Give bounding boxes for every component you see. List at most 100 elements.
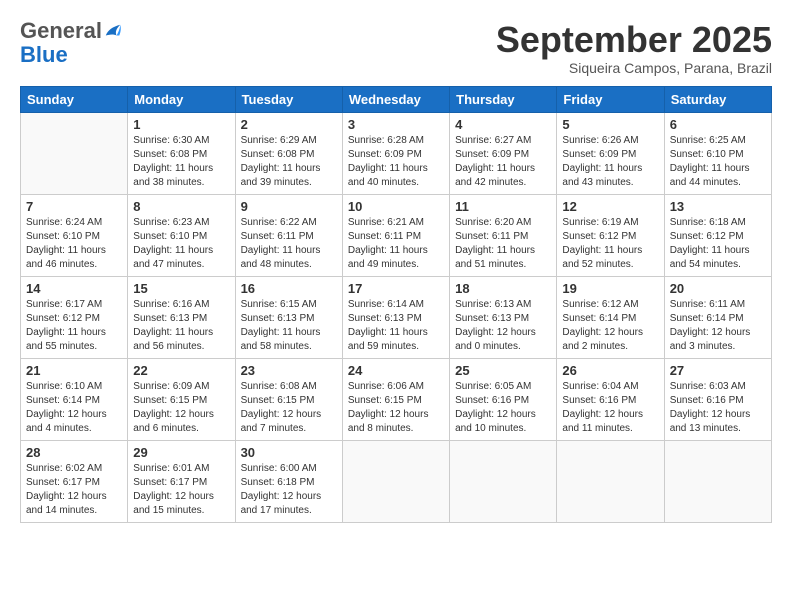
calendar-cell: 6 Sunrise: 6:25 AM Sunset: 6:10 PM Daylig…: [664, 112, 771, 194]
day-number: 11: [455, 199, 551, 214]
day-number: 6: [670, 117, 766, 132]
day-number: 24: [348, 363, 444, 378]
calendar-table: SundayMondayTuesdayWednesdayThursdayFrid…: [20, 86, 772, 523]
day-info: Sunrise: 6:21 AM Sunset: 6:11 PM Dayligh…: [348, 216, 444, 272]
calendar-cell: 25 Sunrise: 6:05 AM Sunset: 6:16 PM Dayli…: [450, 358, 557, 440]
day-info: Sunrise: 6:09 AM Sunset: 6:15 PM Dayligh…: [133, 380, 229, 436]
day-number: 21: [26, 363, 122, 378]
day-number: 16: [241, 281, 337, 296]
day-number: 25: [455, 363, 551, 378]
calendar-week-1: 1 Sunrise: 6:30 AM Sunset: 6:08 PM Daylig…: [21, 112, 772, 194]
calendar-cell: 1 Sunrise: 6:30 AM Sunset: 6:08 PM Daylig…: [128, 112, 235, 194]
day-info: Sunrise: 6:06 AM Sunset: 6:15 PM Dayligh…: [348, 380, 444, 436]
calendar-week-2: 7Sunrise: 6:24 AM Sunset: 6:10 PM Daylig…: [21, 194, 772, 276]
calendar-cell: 10 Sunrise: 6:21 AM Sunset: 6:11 PM Dayli…: [342, 194, 449, 276]
day-number: 4: [455, 117, 551, 132]
day-info: Sunrise: 6:15 AM Sunset: 6:13 PM Dayligh…: [241, 298, 337, 354]
logo-blue-text: Blue: [20, 42, 68, 67]
day-info: Sunrise: 6:22 AM Sunset: 6:11 PM Dayligh…: [241, 216, 337, 272]
calendar-cell: 22 Sunrise: 6:09 AM Sunset: 6:15 PM Dayli…: [128, 358, 235, 440]
day-info: Sunrise: 6:08 AM Sunset: 6:15 PM Dayligh…: [241, 380, 337, 436]
day-number: 23: [241, 363, 337, 378]
day-info: Sunrise: 6:18 AM Sunset: 6:12 PM Dayligh…: [670, 216, 766, 272]
day-header-thursday: Thursday: [450, 86, 557, 112]
day-info: Sunrise: 6:30 AM Sunset: 6:08 PM Dayligh…: [133, 134, 229, 190]
logo: General Blue: [20, 20, 122, 68]
calendar-cell: 8 Sunrise: 6:23 AM Sunset: 6:10 PM Daylig…: [128, 194, 235, 276]
location-subtitle: Siqueira Campos, Parana, Brazil: [496, 60, 772, 76]
day-number: 28: [26, 445, 122, 460]
day-number: 18: [455, 281, 551, 296]
day-number: 13: [670, 199, 766, 214]
day-info: Sunrise: 6:10 AM Sunset: 6:14 PM Dayligh…: [26, 380, 122, 436]
calendar-cell: 28Sunrise: 6:02 AM Sunset: 6:17 PM Dayli…: [21, 440, 128, 522]
day-info: Sunrise: 6:26 AM Sunset: 6:09 PM Dayligh…: [562, 134, 658, 190]
calendar-cell: 12Sunrise: 6:19 AM Sunset: 6:12 PM Dayli…: [557, 194, 664, 276]
calendar-cell: 2Sunrise: 6:29 AM Sunset: 6:08 PM Daylig…: [235, 112, 342, 194]
day-number: 9: [241, 199, 337, 214]
calendar-cell: 13 Sunrise: 6:18 AM Sunset: 6:12 PM Dayli…: [664, 194, 771, 276]
calendar-cell: 23 Sunrise: 6:08 AM Sunset: 6:15 PM Dayli…: [235, 358, 342, 440]
calendar-cell: 30Sunrise: 6:00 AM Sunset: 6:18 PM Dayli…: [235, 440, 342, 522]
day-info: Sunrise: 6:20 AM Sunset: 6:11 PM Dayligh…: [455, 216, 551, 272]
day-info: Sunrise: 6:16 AM Sunset: 6:13 PM Dayligh…: [133, 298, 229, 354]
day-header-friday: Friday: [557, 86, 664, 112]
day-number: 10: [348, 199, 444, 214]
calendar-cell: 19 Sunrise: 6:12 AM Sunset: 6:14 PM Dayli…: [557, 276, 664, 358]
page-header: General Blue September 2025 Siqueira Cam…: [20, 20, 772, 76]
calendar-week-3: 14Sunrise: 6:17 AM Sunset: 6:12 PM Dayli…: [21, 276, 772, 358]
calendar-cell: 18 Sunrise: 6:13 AM Sunset: 6:13 PM Dayli…: [450, 276, 557, 358]
calendar-cell: [557, 440, 664, 522]
calendar-cell: 9 Sunrise: 6:22 AM Sunset: 6:11 PM Daylig…: [235, 194, 342, 276]
day-info: Sunrise: 6:11 AM Sunset: 6:14 PM Dayligh…: [670, 298, 766, 354]
calendar-cell: 16 Sunrise: 6:15 AM Sunset: 6:13 PM Dayli…: [235, 276, 342, 358]
calendar-cell: [664, 440, 771, 522]
logo-general-text: General: [20, 20, 102, 42]
day-info: Sunrise: 6:13 AM Sunset: 6:13 PM Dayligh…: [455, 298, 551, 354]
day-number: 7: [26, 199, 122, 214]
day-info: Sunrise: 6:23 AM Sunset: 6:10 PM Dayligh…: [133, 216, 229, 272]
calendar-cell: 29Sunrise: 6:01 AM Sunset: 6:17 PM Dayli…: [128, 440, 235, 522]
day-number: 15: [133, 281, 229, 296]
day-number: 20: [670, 281, 766, 296]
calendar-cell: [450, 440, 557, 522]
day-info: Sunrise: 6:03 AM Sunset: 6:16 PM Dayligh…: [670, 380, 766, 436]
day-info: Sunrise: 6:14 AM Sunset: 6:13 PM Dayligh…: [348, 298, 444, 354]
day-number: 5: [562, 117, 658, 132]
day-number: 22: [133, 363, 229, 378]
calendar-cell: 11 Sunrise: 6:20 AM Sunset: 6:11 PM Dayli…: [450, 194, 557, 276]
calendar-cell: [21, 112, 128, 194]
day-info: Sunrise: 6:27 AM Sunset: 6:09 PM Dayligh…: [455, 134, 551, 190]
day-info: Sunrise: 6:05 AM Sunset: 6:16 PM Dayligh…: [455, 380, 551, 436]
day-header-saturday: Saturday: [664, 86, 771, 112]
day-info: Sunrise: 6:04 AM Sunset: 6:16 PM Dayligh…: [562, 380, 658, 436]
day-number: 26: [562, 363, 658, 378]
day-info: Sunrise: 6:25 AM Sunset: 6:10 PM Dayligh…: [670, 134, 766, 190]
logo-bird-icon: [104, 22, 122, 40]
day-header-monday: Monday: [128, 86, 235, 112]
day-info: Sunrise: 6:28 AM Sunset: 6:09 PM Dayligh…: [348, 134, 444, 190]
calendar-cell: 20 Sunrise: 6:11 AM Sunset: 6:14 PM Dayli…: [664, 276, 771, 358]
day-header-wednesday: Wednesday: [342, 86, 449, 112]
calendar-cell: 5 Sunrise: 6:26 AM Sunset: 6:09 PM Daylig…: [557, 112, 664, 194]
calendar-header-row: SundayMondayTuesdayWednesdayThursdayFrid…: [21, 86, 772, 112]
day-info: Sunrise: 6:29 AM Sunset: 6:08 PM Dayligh…: [241, 134, 337, 190]
day-number: 14: [26, 281, 122, 296]
day-number: 19: [562, 281, 658, 296]
calendar-cell: 27Sunrise: 6:03 AM Sunset: 6:16 PM Dayli…: [664, 358, 771, 440]
day-number: 12: [562, 199, 658, 214]
day-number: 29: [133, 445, 229, 460]
day-number: 3: [348, 117, 444, 132]
month-title: September 2025: [496, 20, 772, 60]
calendar-cell: 7Sunrise: 6:24 AM Sunset: 6:10 PM Daylig…: [21, 194, 128, 276]
day-header-sunday: Sunday: [21, 86, 128, 112]
day-number: 1: [133, 117, 229, 132]
calendar-cell: 3 Sunrise: 6:28 AM Sunset: 6:09 PM Daylig…: [342, 112, 449, 194]
calendar-cell: 15 Sunrise: 6:16 AM Sunset: 6:13 PM Dayli…: [128, 276, 235, 358]
calendar-cell: 26 Sunrise: 6:04 AM Sunset: 6:16 PM Dayli…: [557, 358, 664, 440]
calendar-week-5: 28Sunrise: 6:02 AM Sunset: 6:17 PM Dayli…: [21, 440, 772, 522]
calendar-cell: [342, 440, 449, 522]
calendar-cell: 4 Sunrise: 6:27 AM Sunset: 6:09 PM Daylig…: [450, 112, 557, 194]
day-info: Sunrise: 6:12 AM Sunset: 6:14 PM Dayligh…: [562, 298, 658, 354]
day-number: 8: [133, 199, 229, 214]
